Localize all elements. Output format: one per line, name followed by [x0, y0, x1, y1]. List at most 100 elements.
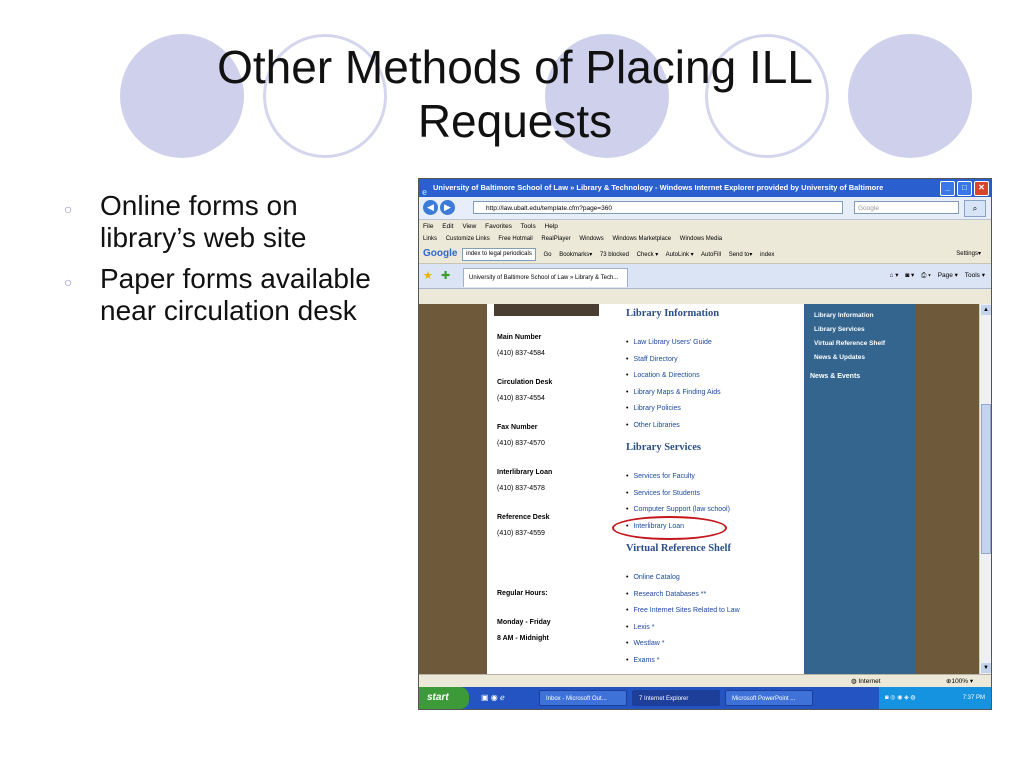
contact-value: (410) 837-4559 — [497, 530, 545, 537]
menu-tools[interactable]: Tools — [521, 223, 536, 230]
link-windows[interactable]: Windows — [579, 236, 603, 242]
bullet-text: Paper forms available near circulation d… — [100, 263, 371, 326]
url-input[interactable]: http://law.ubalt.edu/template.cfm?page=3… — [473, 201, 843, 214]
menu-help[interactable]: Help — [545, 223, 558, 230]
autolink-button[interactable]: AutoLink ▾ — [666, 252, 694, 258]
link-free-hotmail[interactable]: Free Hotmail — [498, 236, 532, 242]
start-button[interactable]: start — [419, 687, 469, 709]
bullet-item: ○ Paper forms available near circulation … — [62, 263, 382, 327]
google-toolbar: Google index to legal periodicals Go Boo… — [419, 245, 991, 264]
menu-file[interactable]: File — [423, 223, 433, 230]
system-tray: ◙ ◎ ◉ ◈ ◍ 7:37 PM — [879, 687, 991, 709]
list-item[interactable]: • Online Catalog — [626, 570, 806, 587]
search-icon[interactable]: ⌕ — [964, 200, 986, 217]
link-customize-links[interactable]: Customize Links — [446, 236, 490, 242]
contact-label: Reference Desk — [497, 514, 550, 521]
contact-label: Fax Number — [497, 424, 538, 431]
tray-icons: ◙ ◎ ◉ ◈ ◍ — [885, 695, 916, 701]
close-icon[interactable]: ✕ — [974, 181, 989, 196]
hours-time: 8 AM - Midnight — [497, 635, 549, 642]
contact-column: Main Number (410) 837-4584 Circulation D… — [497, 330, 607, 647]
favorites-star-icon[interactable]: ★ — [423, 269, 433, 282]
bullet-list: ○ Online forms on library’s web site ○ Pap… — [62, 190, 382, 336]
feeds-icon[interactable]: ◙ ▾ — [905, 272, 914, 279]
left-border — [419, 304, 487, 674]
browser-screenshot: e University of Baltimore School of Law … — [418, 178, 992, 710]
list-item[interactable]: • Westlaw * — [626, 636, 806, 653]
taskbar-item-powerpoint[interactable]: Microsoft PowerPoint ... — [725, 690, 813, 706]
link-realplayer[interactable]: RealPlayer — [541, 236, 570, 242]
list-item[interactable]: • Location & Directions — [626, 368, 806, 385]
menu-edit[interactable]: Edit — [442, 223, 453, 230]
google-search-input[interactable]: index to legal periodicals — [462, 247, 536, 261]
contact-label: Interlibrary Loan — [497, 469, 553, 476]
right-nav-item[interactable]: Library Information — [804, 309, 916, 323]
tab-ubalt-library[interactable]: University of Baltimore School of Law » … — [463, 268, 628, 287]
tabs-bar: ★ ✚ University of Baltimore School of La… — [419, 264, 991, 289]
bullet-item: ○ Online forms on library’s web site — [62, 190, 382, 254]
link-column: Library Information • Law Library Users' … — [626, 304, 806, 669]
right-nav-item[interactable]: Library Services — [804, 323, 916, 337]
contact-label: Circulation Desk — [497, 379, 553, 386]
scroll-down-icon[interactable]: ▼ — [981, 663, 991, 673]
right-nav-item[interactable]: News & Updates — [804, 351, 916, 365]
list-item[interactable]: • Other Libraries — [626, 418, 806, 435]
list-item[interactable]: • Services for Faculty — [626, 469, 806, 486]
home-icon[interactable]: ⌂ ▾ — [890, 272, 899, 279]
list-item[interactable]: • Lexis * — [626, 620, 806, 637]
right-nav-item[interactable]: Virtual Reference Shelf — [804, 337, 916, 351]
contact-value: (410) 837-4554 — [497, 395, 545, 402]
right-nav-heading[interactable]: News & Events — [804, 370, 916, 384]
right-nav: Library Information Library Services Vir… — [804, 304, 916, 674]
scroll-up-icon[interactable]: ▲ — [981, 305, 991, 315]
hours-label: Regular Hours: — [497, 590, 548, 597]
minimize-icon[interactable]: _ — [940, 181, 955, 196]
maximize-icon[interactable]: □ — [957, 181, 972, 196]
page-menu-button[interactable]: Page ▾ — [938, 272, 958, 279]
search-input[interactable]: Google — [854, 201, 959, 214]
window-controls: _ □ ✕ — [940, 181, 989, 196]
google-go-button[interactable]: Go — [544, 252, 552, 258]
send-to-button[interactable]: Send to▾ — [729, 252, 753, 258]
list-item[interactable]: • Exams * — [626, 653, 806, 670]
menu-favorites[interactable]: Favorites — [485, 223, 512, 230]
taskbar-item-outlook[interactable]: Inbox - Microsoft Out... — [539, 690, 627, 706]
autofill-button[interactable]: AutoFill — [701, 252, 721, 258]
print-icon[interactable]: ⎙ ▾ — [921, 272, 931, 279]
list-item[interactable]: • Staff Directory — [626, 352, 806, 369]
clock: 7:37 PM — [962, 695, 985, 701]
link-windows-marketplace[interactable]: Windows Marketplace — [612, 236, 671, 242]
scroll-thumb[interactable] — [981, 404, 991, 554]
window-titlebar: e University of Baltimore School of Law … — [419, 179, 991, 197]
hours-days: Monday - Friday — [497, 619, 551, 626]
list-item[interactable]: • Library Policies — [626, 401, 806, 418]
tools-menu-button[interactable]: Tools ▾ — [965, 272, 985, 279]
spell-check-button[interactable]: Check ▾ — [637, 252, 659, 258]
back-arrow-icon[interactable]: ◀ — [423, 200, 438, 215]
header-photo — [494, 304, 599, 316]
add-favorite-icon[interactable]: ✚ — [441, 269, 450, 282]
quick-launch: ▣ ◉ ℯ — [481, 693, 505, 702]
section-heading: Library Information — [626, 308, 720, 319]
list-item[interactable]: • Law Library Users' Guide — [626, 335, 806, 352]
bookmarks-button[interactable]: Bookmarks▾ — [559, 252, 592, 258]
index-button[interactable]: index — [760, 252, 774, 258]
menu-view[interactable]: View — [462, 223, 476, 230]
popup-blocked-button[interactable]: 73 blocked — [600, 252, 629, 258]
vertical-scrollbar[interactable]: ▲ ▼ — [979, 304, 991, 674]
contact-value: (410) 837-4570 — [497, 440, 545, 447]
forward-arrow-icon[interactable]: ▶ — [440, 200, 455, 215]
right-border — [916, 304, 979, 674]
list-item[interactable]: • Research Databases ** — [626, 587, 806, 604]
bullet-text: Online forms on library’s web site — [100, 190, 307, 253]
address-bar: ◀ ▶ http://law.ubalt.edu/template.cfm?pa… — [419, 197, 991, 220]
circle-bullet-icon: ○ — [64, 274, 73, 290]
list-item[interactable]: • Services for Students — [626, 486, 806, 503]
list-item[interactable]: • Library Maps & Finding Aids — [626, 385, 806, 402]
taskbar-item-ie[interactable]: 7 Internet Explorer — [632, 690, 720, 706]
circle-bullet-icon: ○ — [64, 201, 73, 217]
list-item[interactable]: • Free Internet Sites Related to Law — [626, 603, 806, 620]
settings-button[interactable]: Settings▾ — [956, 245, 981, 263]
window-title: University of Baltimore School of Law » … — [433, 183, 884, 192]
link-windows-media[interactable]: Windows Media — [680, 236, 722, 242]
